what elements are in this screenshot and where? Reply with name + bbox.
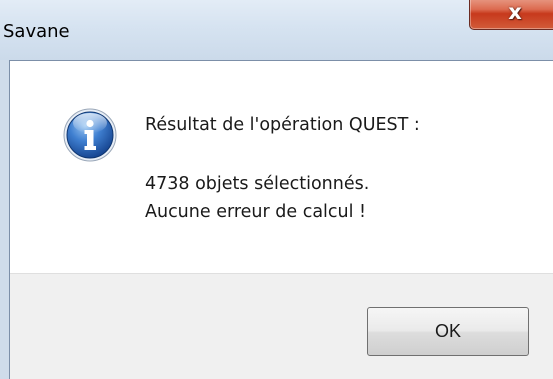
message-heading: Résultat de l'opération QUEST : [145,115,420,135]
window-title: Savane [3,21,70,42]
close-button[interactable]: x [469,0,553,30]
button-area: OK [10,273,553,379]
title-bar[interactable]: Savane x [0,0,553,60]
dialog-body: Résultat de l'opération QUEST : 4738 obj… [9,60,553,379]
message-area: Résultat de l'opération QUEST : 4738 obj… [10,61,553,273]
message-line-count: 4738 objets sélectionnés. [145,174,370,194]
ok-button[interactable]: OK [367,307,529,356]
message-dialog: Savane x Résultat de l'opération QUEST:… [0,0,553,379]
info-icon [63,108,117,162]
close-icon: x [508,0,522,24]
message-line-errors: Aucune erreur de calcul ! [145,202,367,222]
